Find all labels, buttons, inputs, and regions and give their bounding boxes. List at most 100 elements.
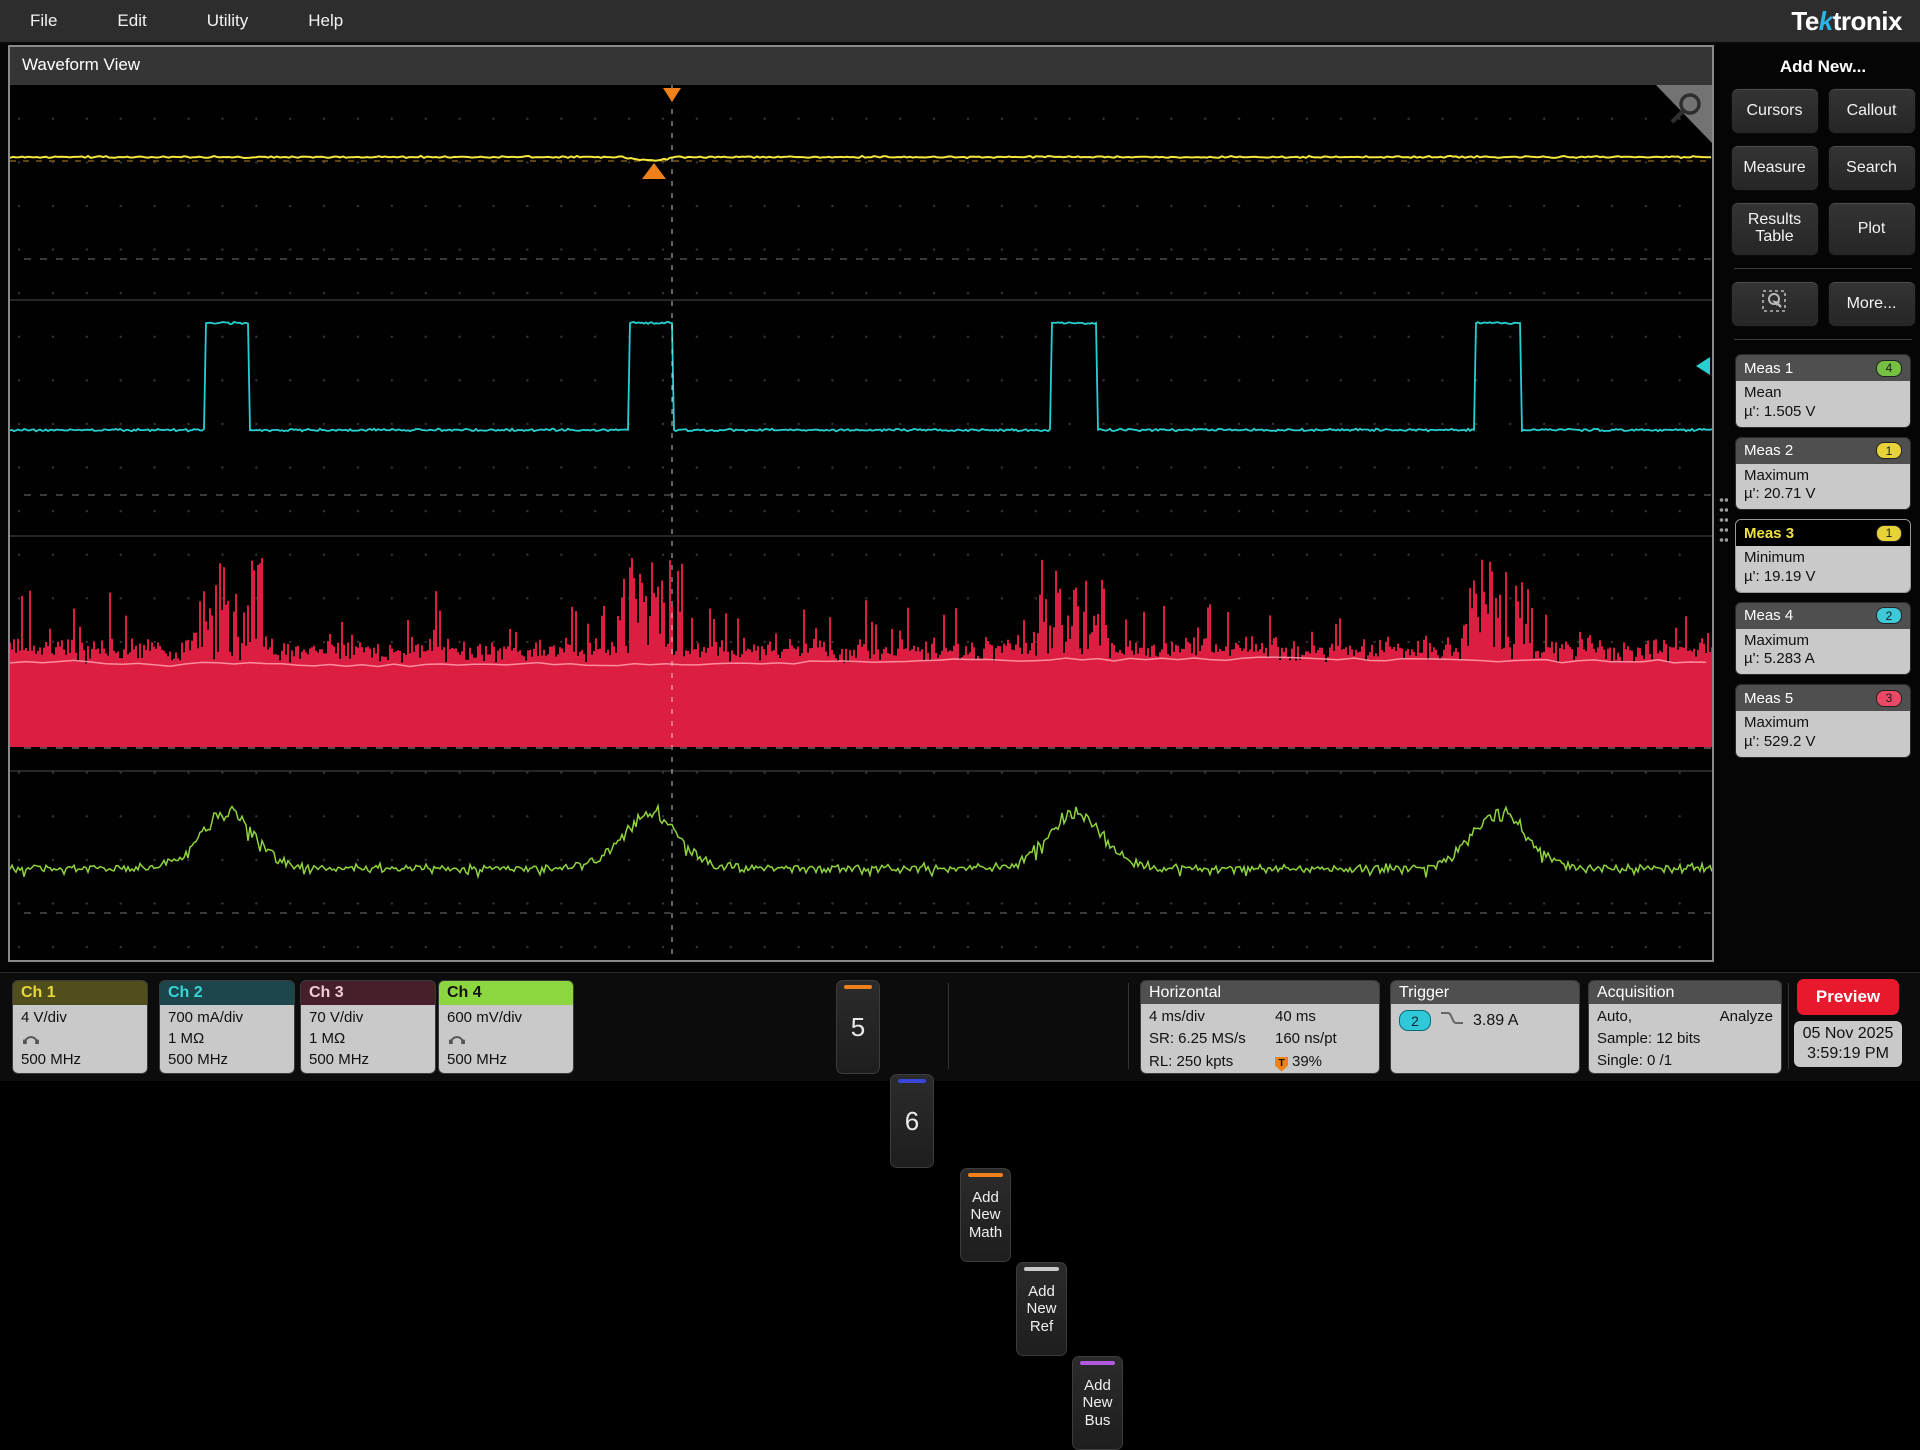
channel-bandwidth: 500 MHz	[21, 1049, 139, 1070]
measurement-badge[interactable]: Meas 5 3 Maximumµ': 529.2 V	[1735, 684, 1911, 758]
menu-edit[interactable]: Edit	[87, 0, 176, 42]
trigger-level-arrow[interactable]	[1696, 357, 1710, 375]
channel-bandwidth: 500 MHz	[447, 1049, 565, 1070]
horizontal-trigger-position: T39%	[1275, 1051, 1371, 1073]
channel-color-stripe	[1080, 1361, 1115, 1365]
measurement-source-badge: 3	[1876, 690, 1902, 707]
horizontal-scale: 4 ms/div	[1149, 1006, 1275, 1028]
channel-impedance	[447, 1028, 565, 1049]
measurement-value: µ': 529.2 V	[1744, 733, 1902, 752]
waveform-canvas	[10, 85, 1712, 958]
trigger-source-badge: 2	[1399, 1010, 1431, 1031]
channel-badge[interactable]: Ch 2 700 mA/div 1 MΩ 500 MHz	[159, 980, 295, 1074]
measurement-type: Maximum	[1744, 714, 1902, 733]
sidebar: Add New... Cursors Callout Measure Searc…	[1730, 45, 1916, 960]
channel-color-stripe	[844, 985, 872, 989]
oscilloscope-app: File Edit Utility Help Tektronix Wavefor…	[0, 0, 1920, 1080]
horizontal-badge[interactable]: Horizontal 4 ms/div 40 ms SR: 6.25 MS/s …	[1140, 980, 1380, 1074]
measurement-badge[interactable]: Meas 21 Maximumµ': 20.71 V	[1735, 437, 1911, 511]
trigger-position-icon: T	[1275, 1057, 1288, 1072]
measurement-name: Meas 4	[1744, 607, 1793, 624]
falling-edge-icon	[1439, 1010, 1465, 1031]
channel-badge[interactable]: Ch 1 4 V/div 500 MHz	[12, 980, 148, 1074]
menu-bar: File Edit Utility Help Tektronix	[0, 0, 1920, 44]
date-label: 05 Nov 2025	[1803, 1024, 1894, 1044]
acquisition-badge[interactable]: Acquisition Auto, Analyze Sample: 12 bit…	[1588, 980, 1782, 1074]
plot-button[interactable]: Plot	[1828, 202, 1916, 256]
channel-6-button[interactable]: 6	[890, 1074, 934, 1168]
measurement-name: Meas 5	[1744, 690, 1793, 707]
cursors-button[interactable]: Cursors	[1731, 88, 1819, 134]
horizontal-title: Horizontal	[1141, 981, 1379, 1004]
measurement-type: Maximum	[1744, 467, 1902, 486]
zoom-select-icon	[1760, 288, 1790, 321]
ch4-vfb-trace	[10, 806, 1712, 878]
measurement-list: Meas 1 4 Meanµ': 1.505 V Meas 21 Maximumµ…	[1730, 354, 1916, 758]
add-new-math-button[interactable]: AddNewMath	[960, 1168, 1011, 1262]
channel-badge[interactable]: Ch 4 600 mV/div 500 MHz	[438, 980, 574, 1074]
ch1-vout-trace	[10, 156, 1711, 161]
measurement-source-badge: 1	[1876, 442, 1902, 459]
acquisition-sample: Sample: 12 bits	[1597, 1028, 1773, 1050]
channel-scale: 4 V/div	[21, 1007, 139, 1028]
measurement-badge[interactable]: Meas 1 4 Meanµ': 1.505 V	[1735, 354, 1911, 428]
panel-drag-handle[interactable]	[1719, 495, 1728, 545]
ch3-vsw-trace	[10, 558, 1712, 747]
zoom-corner-button[interactable]	[1656, 85, 1712, 143]
channel-bandwidth: 500 MHz	[168, 1049, 286, 1070]
add-new-bus-button[interactable]: AddNewBus	[1072, 1356, 1123, 1450]
acquisition-mode: Auto,	[1597, 1006, 1632, 1028]
channel-impedance	[21, 1028, 139, 1049]
channel-name: Ch 3	[309, 984, 344, 1002]
trigger-badge[interactable]: Trigger 2 3.89 A	[1390, 980, 1580, 1074]
trigger-level: 3.89 A	[1473, 1012, 1518, 1030]
tektronix-logo: Tektronix	[1791, 6, 1920, 37]
channel-scale: 700 mA/div	[168, 1007, 286, 1028]
measurement-value: µ': 1.505 V	[1744, 403, 1902, 422]
acquisition-title: Acquisition	[1589, 981, 1781, 1004]
trigger-title: Trigger	[1391, 981, 1579, 1004]
datetime-display[interactable]: 05 Nov 2025 3:59:19 PM	[1794, 1021, 1902, 1067]
callout-button[interactable]: Callout	[1828, 88, 1916, 134]
bottombar-divider	[1128, 983, 1129, 1069]
more-button[interactable]: More...	[1828, 281, 1916, 327]
time-label: 3:59:19 PM	[1807, 1044, 1889, 1064]
record-navigator[interactable]	[10, 47, 1712, 85]
channel-5-button[interactable]: 5	[836, 980, 880, 1074]
measurement-value: µ': 20.71 V	[1744, 485, 1902, 504]
expansion-point-marker[interactable]	[642, 163, 666, 179]
measurement-source-badge: 2	[1876, 607, 1902, 624]
search-button[interactable]: Search	[1828, 145, 1916, 191]
measurement-type: Mean	[1744, 384, 1902, 403]
measurement-type: Minimum	[1744, 549, 1902, 568]
measurement-source-badge: 4	[1876, 360, 1902, 377]
results-table-button[interactable]: Results Table	[1731, 202, 1819, 256]
add-new-ref-button[interactable]: AddNewRef	[1016, 1262, 1067, 1356]
bottom-bar: Ch 1 4 V/div 500 MHz Ch 2 700 mA/div 1 M…	[0, 972, 1920, 1081]
trigger-time-marker[interactable]	[663, 88, 681, 102]
menu-help[interactable]: Help	[278, 0, 373, 42]
measurement-name: Meas 1	[1744, 360, 1793, 377]
channel-scale: 600 mV/div	[447, 1007, 565, 1028]
measurement-type: Maximum	[1744, 632, 1902, 651]
add-new-title: Add New...	[1730, 57, 1916, 77]
channel-color-stripe	[968, 1173, 1003, 1177]
channel-bandwidth: 500 MHz	[309, 1049, 427, 1070]
sidebar-separator	[1734, 268, 1912, 269]
bottombar-divider	[1788, 983, 1789, 1069]
measurement-badge[interactable]: Meas 31 Minimumµ': 19.19 V	[1735, 519, 1911, 593]
waveform-panel: Waveform View	[8, 45, 1714, 962]
horizontal-resolution: 160 ns/pt	[1275, 1028, 1371, 1050]
horizontal-window: 40 ms	[1275, 1006, 1371, 1028]
channel-badge[interactable]: Ch 3 70 V/div 1 MΩ 500 MHz	[300, 980, 436, 1074]
zoom-select-button[interactable]	[1731, 281, 1819, 327]
measure-button[interactable]: Measure	[1731, 145, 1819, 191]
menu-utility[interactable]: Utility	[177, 0, 279, 42]
measurement-badge[interactable]: Meas 4 2 Maximumµ': 5.283 A	[1735, 602, 1911, 676]
menu-file[interactable]: File	[0, 0, 87, 42]
measurement-value: µ': 5.283 A	[1744, 650, 1902, 669]
sidebar-separator	[1734, 339, 1912, 340]
channel-scale: 70 V/div	[309, 1007, 427, 1028]
waveform-plot[interactable]	[10, 85, 1712, 958]
preview-button[interactable]: Preview	[1797, 979, 1899, 1015]
